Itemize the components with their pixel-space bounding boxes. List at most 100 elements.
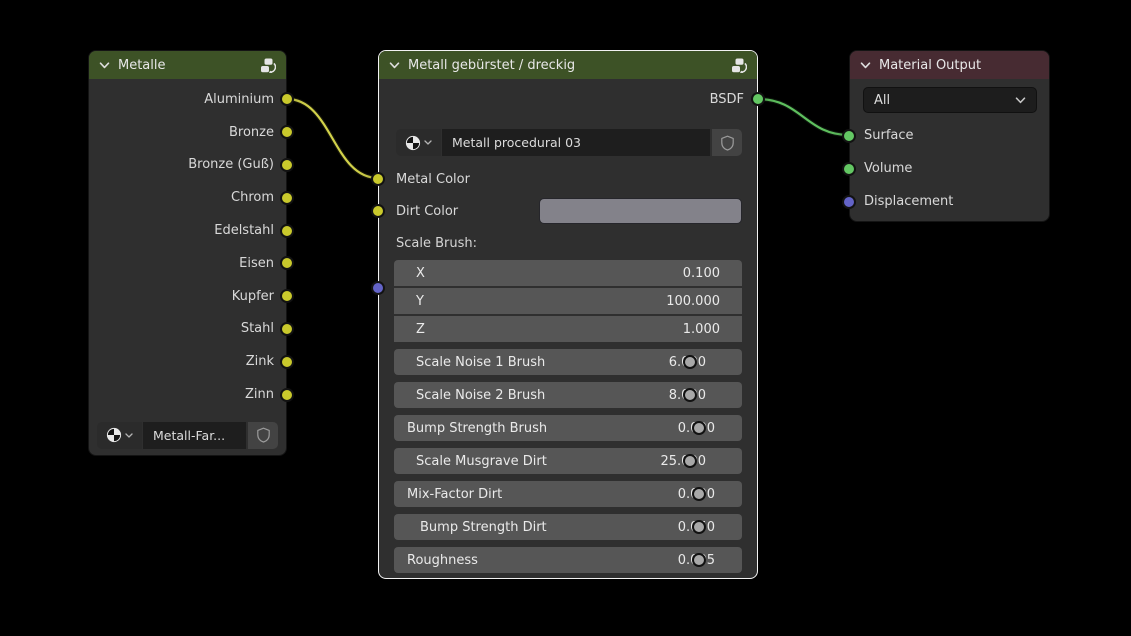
socket-input-scale-brush[interactable] <box>371 281 385 295</box>
render-target-dropdown[interactable]: All <box>863 87 1037 113</box>
socket-input-scale-noise-2-brush[interactable] <box>683 388 697 402</box>
socket-output-zink[interactable] <box>280 355 294 369</box>
socket-output-bronze[interactable] <box>280 125 294 139</box>
output-label: Bronze (Guß) <box>188 157 274 172</box>
slider-scale-noise-2-brush[interactable]: Scale Noise 2 Brush 8.000 <box>394 382 742 408</box>
dropdown-value: All <box>874 93 890 108</box>
output-label: Eisen <box>239 256 274 271</box>
axis-label: Y <box>416 294 424 309</box>
slider-label: Mix-Factor Dirt <box>407 487 502 502</box>
node-metalle-header[interactable]: Metalle <box>89 51 286 79</box>
fake-user-toggle[interactable] <box>712 129 742 156</box>
output-label: Chrom <box>231 190 274 205</box>
slider-label: Scale Noise 2 Brush <box>416 388 545 403</box>
socket-output-kupfer[interactable] <box>280 289 294 303</box>
vector-field-x[interactable]: X 0.100 <box>394 260 742 286</box>
socket-output-edelstahl[interactable] <box>280 224 294 238</box>
node-metalle[interactable]: Metalle Aluminium Bronze Bronze (Guß) <box>88 50 287 456</box>
slider-roughness[interactable]: Roughness 0.005 <box>394 547 742 573</box>
socket-output-stahl[interactable] <box>280 322 294 336</box>
output-row-stahl: Stahl <box>89 313 286 346</box>
socket-input-mix-factor-dirt[interactable] <box>692 487 706 501</box>
slider-label: Scale Noise 1 Brush <box>416 355 545 370</box>
material-name-field[interactable]: Metall-Far... <box>143 422 246 449</box>
input-label: Displacement <box>864 194 953 209</box>
socket-output-aluminium[interactable] <box>280 92 294 106</box>
socket-input-bump-strength-brush[interactable] <box>692 421 706 435</box>
socket-input-roughness[interactable] <box>692 553 706 567</box>
slider-scale-noise-1-brush[interactable]: Scale Noise 1 Brush 6.000 <box>394 349 742 375</box>
node-title: Metall gebürstet / dreckig <box>408 58 575 73</box>
socket-input-dirt-color[interactable] <box>371 204 385 218</box>
socket-input-bump-strength-dirt[interactable] <box>692 520 706 534</box>
socket-input-volume[interactable] <box>842 162 856 176</box>
collapse-chevron-icon[interactable] <box>389 62 400 69</box>
output-row-kupfer: Kupfer <box>89 280 286 313</box>
socket-output-zinn[interactable] <box>280 388 294 402</box>
output-label: Zink <box>246 354 274 369</box>
input-row-surface: Surface <box>850 119 1049 152</box>
scale-brush-vector-field: X 0.100 Y 100.000 Z 1.000 <box>394 260 742 342</box>
output-row-aluminium: Aluminium <box>89 83 286 116</box>
slider-bump-strength-dirt[interactable]: Bump Strength Dirt 0.050 <box>394 514 742 540</box>
socket-output-bronze-guss[interactable] <box>280 158 294 172</box>
input-label: Volume <box>864 161 912 176</box>
input-row-dirt-color: Dirt Color <box>379 198 757 224</box>
socket-input-metal-color[interactable] <box>371 172 385 186</box>
output-label: Bronze <box>229 125 274 140</box>
node-group-icon <box>729 57 747 74</box>
vector-field-z[interactable]: Z 1.000 <box>394 316 742 342</box>
node-output-header[interactable]: Material Output <box>850 51 1049 79</box>
node-editor-canvas[interactable]: Metalle Aluminium Bronze Bronze (Guß) <box>0 0 1131 636</box>
output-row-eisen: Eisen <box>89 247 286 280</box>
socket-output-bsdf[interactable] <box>751 92 765 106</box>
input-label: Dirt Color <box>396 204 458 219</box>
vector-field-y[interactable]: Y 100.000 <box>394 288 742 314</box>
material-sphere-icon <box>405 135 421 151</box>
chevron-down-icon <box>125 433 133 438</box>
socket-output-chrom[interactable] <box>280 191 294 205</box>
slider-label: Roughness <box>407 553 478 568</box>
socket-input-scale-noise-1-brush[interactable] <box>683 355 697 369</box>
dirt-color-swatch[interactable] <box>539 198 742 224</box>
socket-input-displacement[interactable] <box>842 195 856 209</box>
axis-label: Z <box>416 322 425 337</box>
material-browse-button[interactable] <box>97 422 142 449</box>
scale-brush-heading: Scale Brush: <box>379 233 757 253</box>
axis-value: 100.000 <box>666 294 720 309</box>
node-title: Metalle <box>118 58 166 73</box>
material-browse-button[interactable] <box>396 129 441 156</box>
slider-scale-musgrave-dirt[interactable]: Scale Musgrave Dirt 25.000 <box>394 448 742 474</box>
collapse-chevron-icon[interactable] <box>99 62 110 69</box>
output-row-bsdf: BSDF <box>379 85 757 113</box>
material-sphere-icon <box>106 427 122 443</box>
output-label: Zinn <box>245 387 274 402</box>
slider-label: Bump Strength Dirt <box>420 520 547 535</box>
slider-label: Scale Musgrave Dirt <box>416 454 547 469</box>
collapse-chevron-icon[interactable] <box>860 62 871 69</box>
socket-input-scale-musgrave-dirt[interactable] <box>683 454 697 468</box>
wire-aluminium-to-metal-color <box>287 99 378 178</box>
node-group-icon <box>258 57 276 74</box>
output-row-edelstahl: Edelstahl <box>89 214 286 247</box>
output-label: Stahl <box>241 321 274 336</box>
input-label: Surface <box>864 128 914 143</box>
slider-bump-strength-brush[interactable]: Bump Strength Brush 0.000 <box>394 415 742 441</box>
wire-bsdf-to-surface <box>758 99 849 135</box>
chevron-down-icon <box>1015 97 1026 104</box>
output-row-bronze-guss: Bronze (Guß) <box>89 149 286 182</box>
socket-output-eisen[interactable] <box>280 256 294 270</box>
node-brushed-header[interactable]: Metall gebürstet / dreckig <box>379 51 757 79</box>
output-row-zink: Zink <box>89 345 286 378</box>
node-metall-gebuerstet-dreckig[interactable]: Metall gebürstet / dreckig BSDF Met <box>378 50 758 579</box>
socket-input-surface[interactable] <box>842 129 856 143</box>
input-row-displacement: Displacement <box>850 185 1049 218</box>
output-row-chrom: Chrom <box>89 181 286 214</box>
slider-mix-factor-dirt[interactable]: Mix-Factor Dirt 0.000 <box>394 481 742 507</box>
fake-user-toggle[interactable] <box>248 422 278 449</box>
slider-label: Bump Strength Brush <box>407 421 547 436</box>
output-row-zinn: Zinn <box>89 378 286 411</box>
material-name-field[interactable]: Metall procedural 03 <box>442 129 710 156</box>
node-material-output[interactable]: Material Output All Surface Volume Displ… <box>849 50 1050 222</box>
output-label: Kupfer <box>232 289 274 304</box>
